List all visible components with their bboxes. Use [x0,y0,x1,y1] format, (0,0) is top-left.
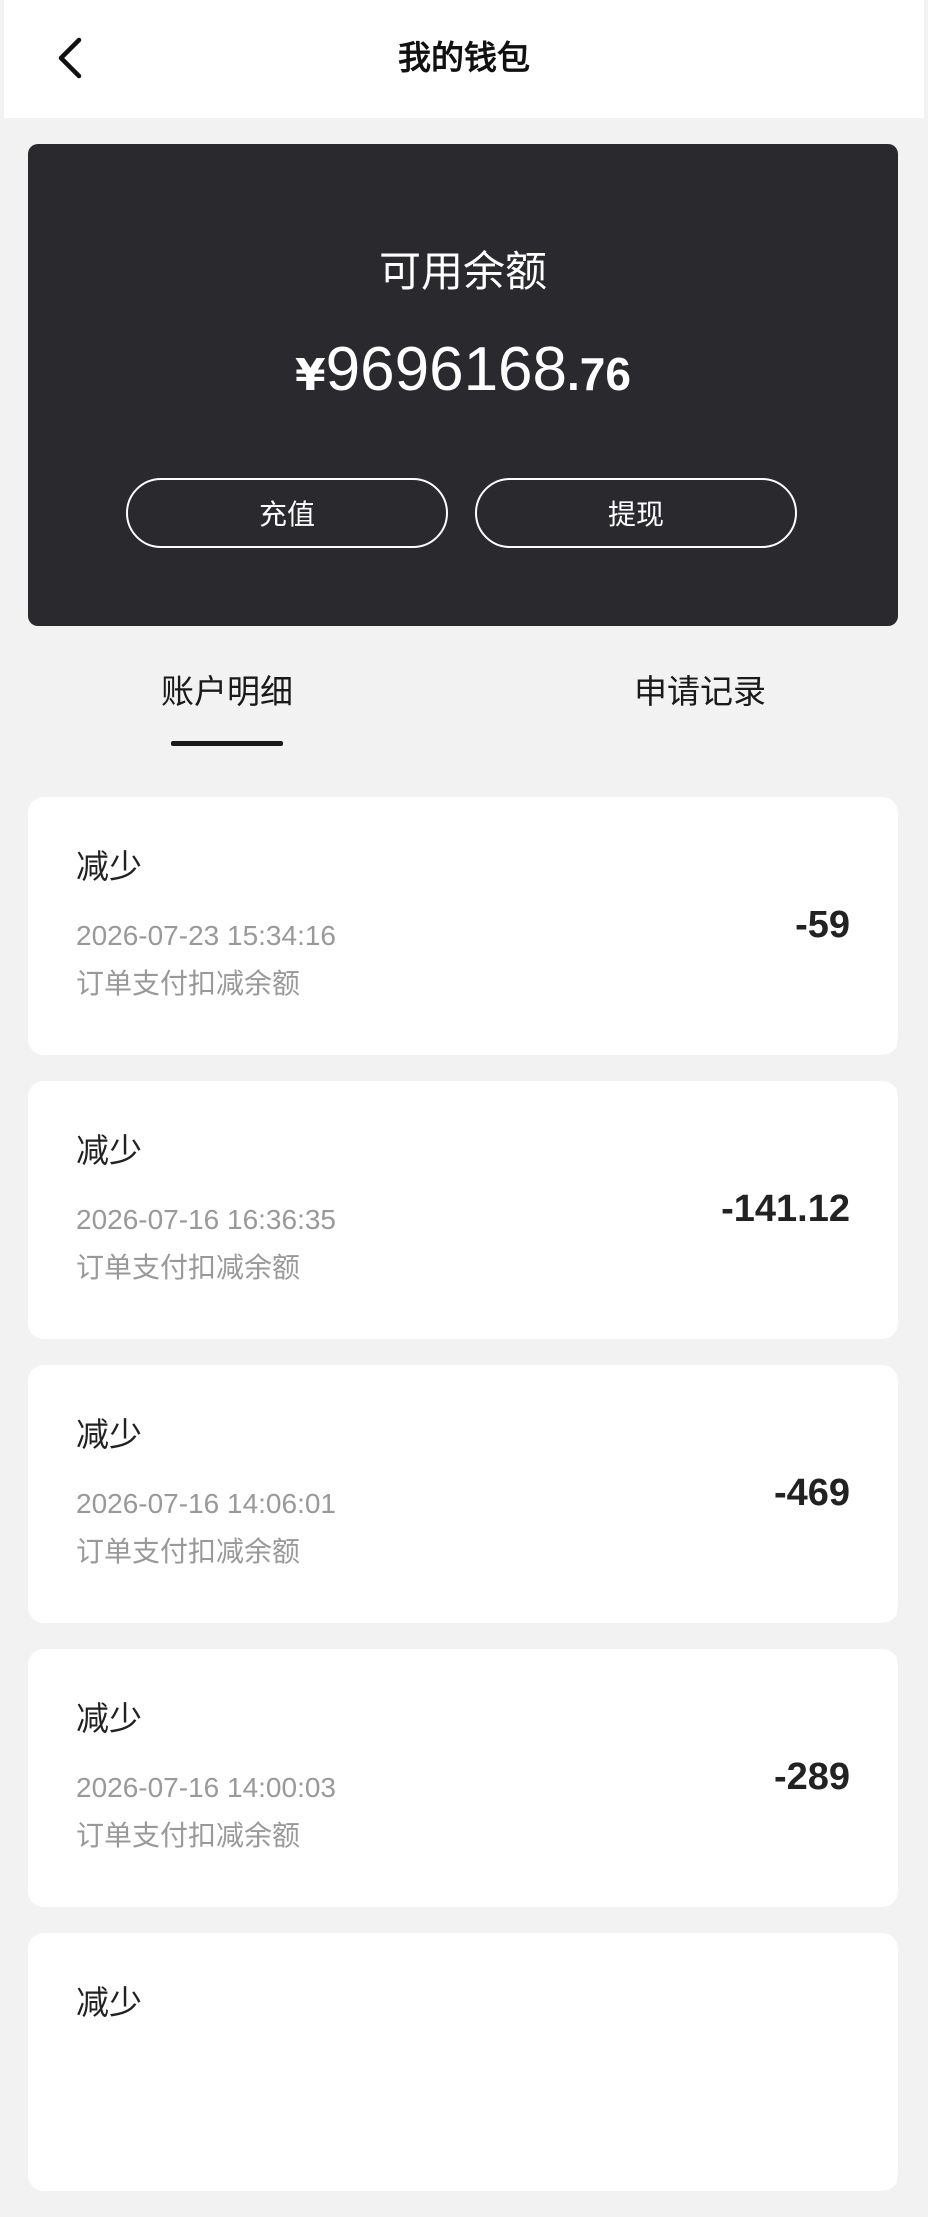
transaction-type: 减少 [76,1131,142,1170]
transaction-time: 2026-07-16 14:06:01 [76,1488,336,1519]
transaction-description: 订单支付扣减余额 [76,1819,301,1852]
transaction-amount: -469 [773,1472,850,1514]
page-title: 我的钱包 [398,38,530,77]
transaction-item[interactable]: 减少 2026-07-16 14:00:03 订单支付扣减余额 -289 [28,1649,898,1907]
tab-account-details[interactable]: 账户明细 [77,660,377,724]
balance-integer: 9696168 [325,335,568,404]
transaction-type: 减少 [76,847,142,886]
tab-bar: 账户明细 申请记录 [0,660,928,750]
transaction-item[interactable]: 减少 2026-07-16 16:36:35 订单支付扣减余额 -141.12 [28,1081,898,1339]
transaction-time: 2026-07-16 14:00:03 [76,1772,336,1803]
transaction-type: 减少 [76,1699,142,1738]
transaction-time: 2026-07-16 16:36:35 [76,1204,336,1235]
transaction-description: 订单支付扣减余额 [76,1251,301,1284]
transaction-description: 订单支付扣减余额 [76,967,301,1000]
transaction-list: 减少 2026-07-23 15:34:16 订单支付扣减余额 -59 减少 2… [28,797,898,2217]
balance-decimal: .76 [567,348,631,400]
recharge-button[interactable]: 充值 [126,478,448,548]
transaction-type: 减少 [76,1983,142,2022]
header-bar: 我的钱包 [4,0,924,118]
balance-label: 可用余额 [378,247,547,296]
tab-application-records[interactable]: 申请记录 [550,660,850,724]
transaction-description: 订单支付扣减余额 [76,1535,301,1568]
transaction-type: 减少 [76,1415,142,1454]
transaction-item[interactable]: 减少 2026-07-23 15:34:16 订单支付扣减余额 -59 [28,797,898,1055]
active-tab-indicator [171,741,283,746]
transaction-item[interactable]: 减少 [28,1933,898,2191]
transaction-amount: -141.12 [721,1188,850,1230]
balance-amount: ¥9696168.76 [28,330,898,425]
transaction-time: 2026-07-23 15:34:16 [76,920,336,951]
transaction-item[interactable]: 减少 2026-07-16 14:06:01 订单支付扣减余额 -469 [28,1365,898,1623]
withdraw-button[interactable]: 提现 [475,478,797,548]
currency-symbol: ¥ [295,350,326,401]
transaction-amount: -59 [795,904,850,946]
balance-card: 可用余额 ¥9696168.76 充值 提现 [28,144,898,626]
transaction-amount: -289 [773,1756,850,1798]
